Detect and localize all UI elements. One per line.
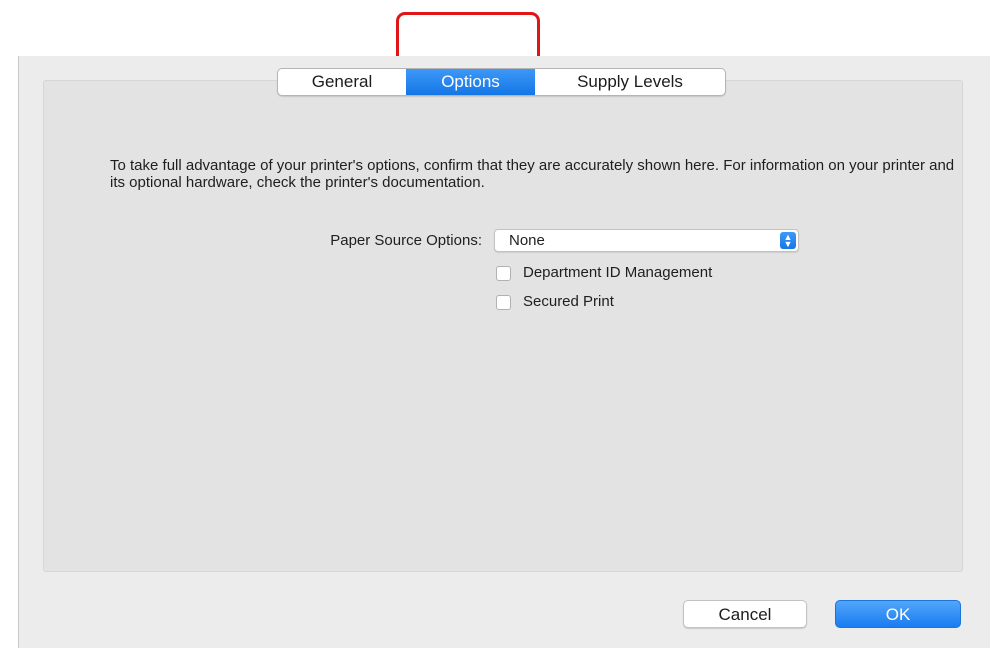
updown-arrows-icon: ▲ ▼ <box>780 232 796 249</box>
options-description: To take full advantage of your printer's… <box>110 157 955 191</box>
secured-print-checkbox-row[interactable]: Secured Print <box>496 292 614 312</box>
secured-print-label: Secured Print <box>523 293 614 310</box>
department-id-label: Department ID Management <box>523 264 713 281</box>
printer-options-sheet: To take full advantage of your printer's… <box>18 56 990 648</box>
cancel-button[interactable]: Cancel <box>683 600 807 628</box>
options-panel: To take full advantage of your printer's… <box>43 80 963 572</box>
tab-general[interactable]: General <box>278 69 406 95</box>
paper-source-label: Paper Source Options: <box>330 232 482 249</box>
tab-bar: General Options Supply Levels <box>277 68 726 96</box>
tab-supply-levels[interactable]: Supply Levels <box>535 69 725 95</box>
tab-options[interactable]: Options <box>406 69 535 95</box>
secured-print-checkbox[interactable] <box>496 294 511 310</box>
department-id-checkbox[interactable] <box>496 265 511 281</box>
ok-button[interactable]: OK <box>835 600 961 628</box>
paper-source-value: None <box>509 232 545 249</box>
paper-source-select[interactable]: None ▲ ▼ <box>494 229 799 252</box>
department-id-checkbox-row[interactable]: Department ID Management <box>496 263 712 283</box>
